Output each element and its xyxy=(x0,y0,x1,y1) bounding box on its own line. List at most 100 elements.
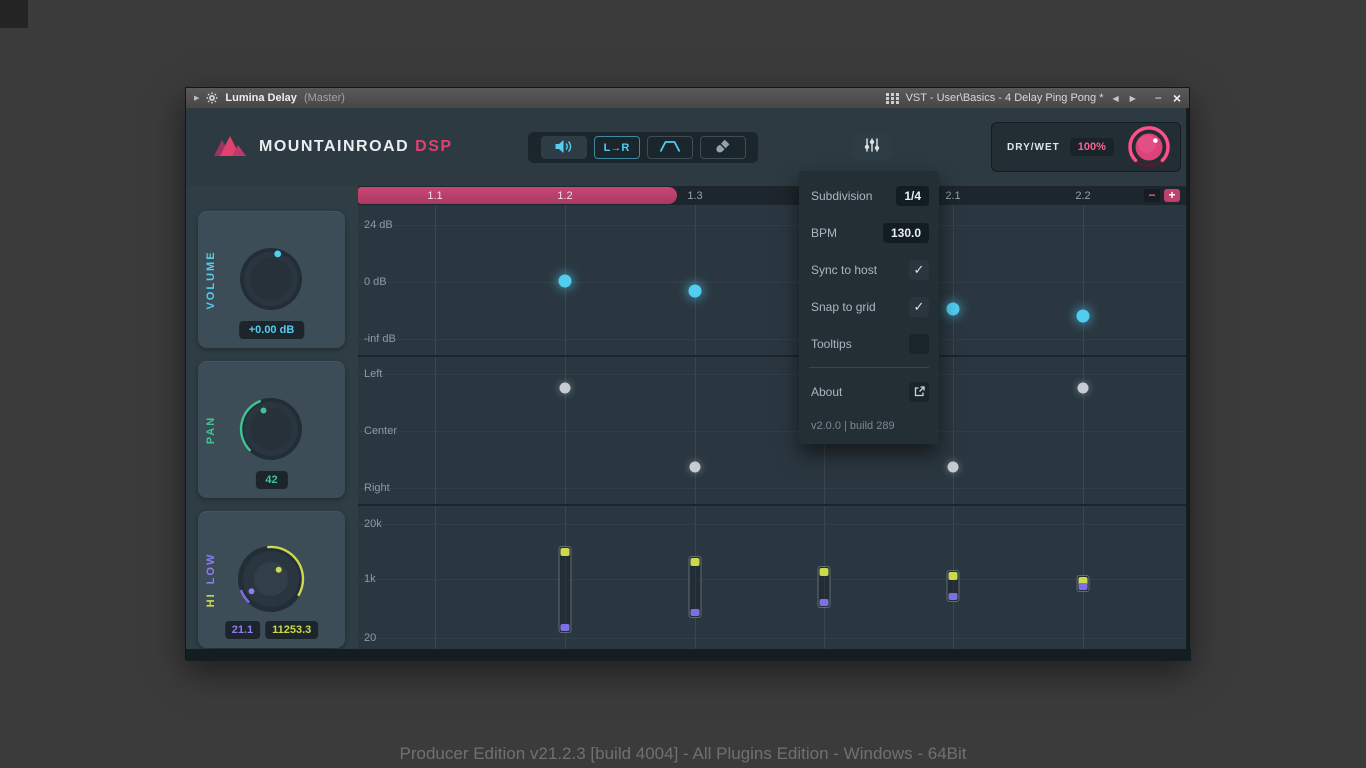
grid-line-horizontal xyxy=(358,431,1186,432)
volume-point[interactable] xyxy=(688,284,702,298)
plugin-footer-strip xyxy=(186,649,1191,661)
next-preset-button[interactable]: ▶ xyxy=(1128,94,1138,103)
menu-item-about[interactable]: About xyxy=(799,373,939,410)
sync-to-host-checkbox[interactable]: ✓ xyxy=(909,259,929,280)
grid-line-vertical xyxy=(435,205,436,649)
snap-to-grid-checkbox[interactable]: ✓ xyxy=(909,296,929,317)
grid-row-label: 20 xyxy=(364,632,377,644)
menu-version: v2.0.0 | build 289 xyxy=(811,420,895,432)
close-button[interactable]: × xyxy=(1173,90,1181,106)
dry-wet-knob[interactable] xyxy=(1127,125,1171,169)
pan-value[interactable]: 42 xyxy=(255,471,288,489)
filter-bar[interactable] xyxy=(817,566,831,608)
zoom-out-button[interactable]: − xyxy=(1144,189,1160,202)
timeline-ruler[interactable]: − + 1.1 1.2 1.3 2.1 2.2 xyxy=(358,186,1186,205)
filter-knob[interactable] xyxy=(234,542,308,621)
grid-row-label: Center xyxy=(364,425,398,437)
menu-item-label: Sync to host xyxy=(811,262,878,277)
pan-knob[interactable] xyxy=(236,394,306,469)
pan-point[interactable] xyxy=(1077,382,1089,394)
clear-button[interactable] xyxy=(699,136,746,159)
menu-item-subdivision[interactable]: Subdivision 1/4 xyxy=(799,177,939,214)
plugin-name: Lumina Delay xyxy=(225,92,297,104)
tooltips-checkbox[interactable] xyxy=(909,333,929,354)
timeline-label: 2.1 xyxy=(945,189,961,202)
grid-line-horizontal xyxy=(358,638,1186,639)
gear-icon[interactable] xyxy=(206,92,218,104)
dry-wet-label: DRY/WET xyxy=(1007,141,1060,153)
menu-item-tooltips[interactable]: Tooltips xyxy=(799,325,939,362)
dry-wet-value: 100% xyxy=(1069,138,1114,156)
filter-high-handle[interactable] xyxy=(560,548,570,556)
grid-row-label: 20k xyxy=(364,518,382,530)
filter-high-handle[interactable] xyxy=(690,558,700,566)
filter-low-handle[interactable] xyxy=(948,593,958,600)
filter-low-handle[interactable] xyxy=(690,609,700,616)
filter-bar[interactable] xyxy=(1076,575,1090,592)
menu-item-sync-to-host[interactable]: Sync to host ✓ xyxy=(799,251,939,288)
volume-point[interactable] xyxy=(946,302,960,316)
brush-icon xyxy=(715,139,731,157)
plugin-titlebar[interactable]: ▶ Lumina Delay (Master) VST - User\Basic… xyxy=(186,88,1189,108)
volume-point[interactable] xyxy=(558,274,572,288)
presets-grid-icon[interactable] xyxy=(885,92,899,104)
volume-value[interactable]: +0.00 dB xyxy=(238,321,305,339)
plugin-header: MOUNTAINROAD DSP L→R DRY/WET 100% xyxy=(186,108,1186,186)
bpm-value-badge[interactable]: 130.0 xyxy=(882,222,929,243)
filter-shape-button[interactable] xyxy=(646,136,693,159)
volume-knob[interactable] xyxy=(236,244,306,319)
filter-bar[interactable] xyxy=(558,546,572,633)
grid-row-label: 24 dB xyxy=(364,219,393,231)
plugin-menu-arrow-icon[interactable]: ▶ xyxy=(194,94,199,102)
pan-point[interactable] xyxy=(559,382,571,394)
grid-row-label: 0 dB xyxy=(364,276,387,288)
pan-panel: PAN 42 xyxy=(198,361,345,498)
filter-high-value[interactable]: 11253.3 xyxy=(265,621,319,639)
preset-name[interactable]: VST - User\Basics - 4 Delay Ping Pong * xyxy=(906,92,1104,104)
row-divider xyxy=(358,504,1186,506)
grid-row-label: -inf dB xyxy=(364,333,396,345)
grid-area[interactable]: 24 dB 0 dB -inf dB Left Center Right 20k 1k 20 xyxy=(358,205,1186,649)
ping-pong-mode-button[interactable]: L→R xyxy=(593,136,640,159)
pan-point[interactable] xyxy=(689,461,701,473)
grid-line-horizontal xyxy=(358,488,1186,489)
pan-label: PAN xyxy=(205,415,217,444)
sidebar: VOLUME +0.00 dB PAN 42 HILOW 21.1 11253.… xyxy=(186,186,358,649)
grid-line-horizontal xyxy=(358,339,1186,340)
settings-button[interactable] xyxy=(853,133,891,160)
menu-item-label: Tooltips xyxy=(811,336,852,351)
subdivision-value-badge[interactable]: 1/4 xyxy=(896,185,929,206)
filter-bar[interactable] xyxy=(946,570,960,602)
volume-point[interactable] xyxy=(1076,309,1090,323)
timeline-label: 2.2 xyxy=(1075,189,1091,202)
timeline-loop-region[interactable] xyxy=(358,187,677,204)
filter-high-handle[interactable] xyxy=(948,572,958,580)
prev-preset-button[interactable]: ◀ xyxy=(1110,94,1120,103)
grid-line-horizontal xyxy=(358,225,1186,226)
timeline-label: 1.1 xyxy=(427,189,443,202)
zoom-in-button[interactable]: + xyxy=(1164,189,1180,202)
speaker-icon xyxy=(554,139,573,157)
grid-row-label: 1k xyxy=(364,573,376,585)
filter-low-value[interactable]: 21.1 xyxy=(224,621,261,639)
minimize-button[interactable]: − xyxy=(1155,91,1162,105)
filter-high-handle[interactable] xyxy=(819,568,829,576)
grid-line-horizontal xyxy=(358,524,1186,525)
timeline-label: 1.2 xyxy=(557,189,573,202)
pan-point[interactable] xyxy=(947,461,959,473)
filter-bar[interactable] xyxy=(688,556,702,618)
menu-item-bpm[interactable]: BPM 130.0 xyxy=(799,214,939,251)
dry-wet-module: DRY/WET 100% xyxy=(991,122,1181,172)
menu-item-snap-to-grid[interactable]: Snap to grid ✓ xyxy=(799,288,939,325)
menu-item-label: Snap to grid xyxy=(811,299,876,314)
grid-line-horizontal xyxy=(358,579,1186,580)
filter-low-handle[interactable] xyxy=(819,599,829,606)
filter-low-handle[interactable] xyxy=(1078,583,1088,590)
row-divider xyxy=(358,355,1186,357)
filter-low-handle[interactable] xyxy=(560,624,570,631)
output-enable-button[interactable] xyxy=(540,136,587,159)
external-link-icon[interactable] xyxy=(909,381,929,402)
brand-name: MOUNTAINROAD DSP xyxy=(259,138,453,155)
menu-items: Subdivision 1/4 BPM 130.0 Sync to host ✓ Snap … xyxy=(799,177,939,410)
filter-panel: HI LOW 21.1 11253.3 xyxy=(198,511,345,648)
